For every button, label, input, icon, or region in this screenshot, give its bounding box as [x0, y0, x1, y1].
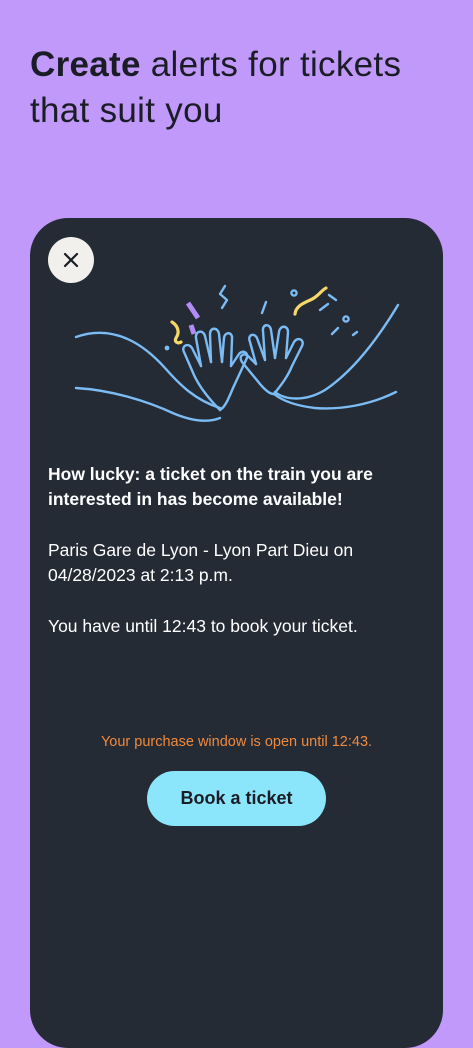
book-ticket-button[interactable]: Book a ticket	[147, 771, 326, 826]
close-icon	[63, 252, 79, 268]
alert-message: How lucky: a ticket on the train you are…	[48, 462, 428, 639]
high-five-illustration	[74, 284, 400, 422]
purchase-window-note: Your purchase window is open until 12:43…	[100, 734, 373, 750]
page-title-bold: Create	[30, 45, 141, 84]
alert-lead-text: How lucky: a ticket on the train you are…	[48, 464, 373, 509]
alert-deadline-text: You have until 12:43 to book your ticket…	[48, 616, 358, 636]
alert-card: How lucky: a ticket on the train you are…	[30, 218, 443, 1048]
page-title: Create alerts for tickets that suit you	[30, 42, 450, 134]
alert-route-text: Paris Gare de Lyon - Lyon Part Dieu on 0…	[48, 540, 354, 585]
close-button[interactable]	[48, 237, 94, 283]
